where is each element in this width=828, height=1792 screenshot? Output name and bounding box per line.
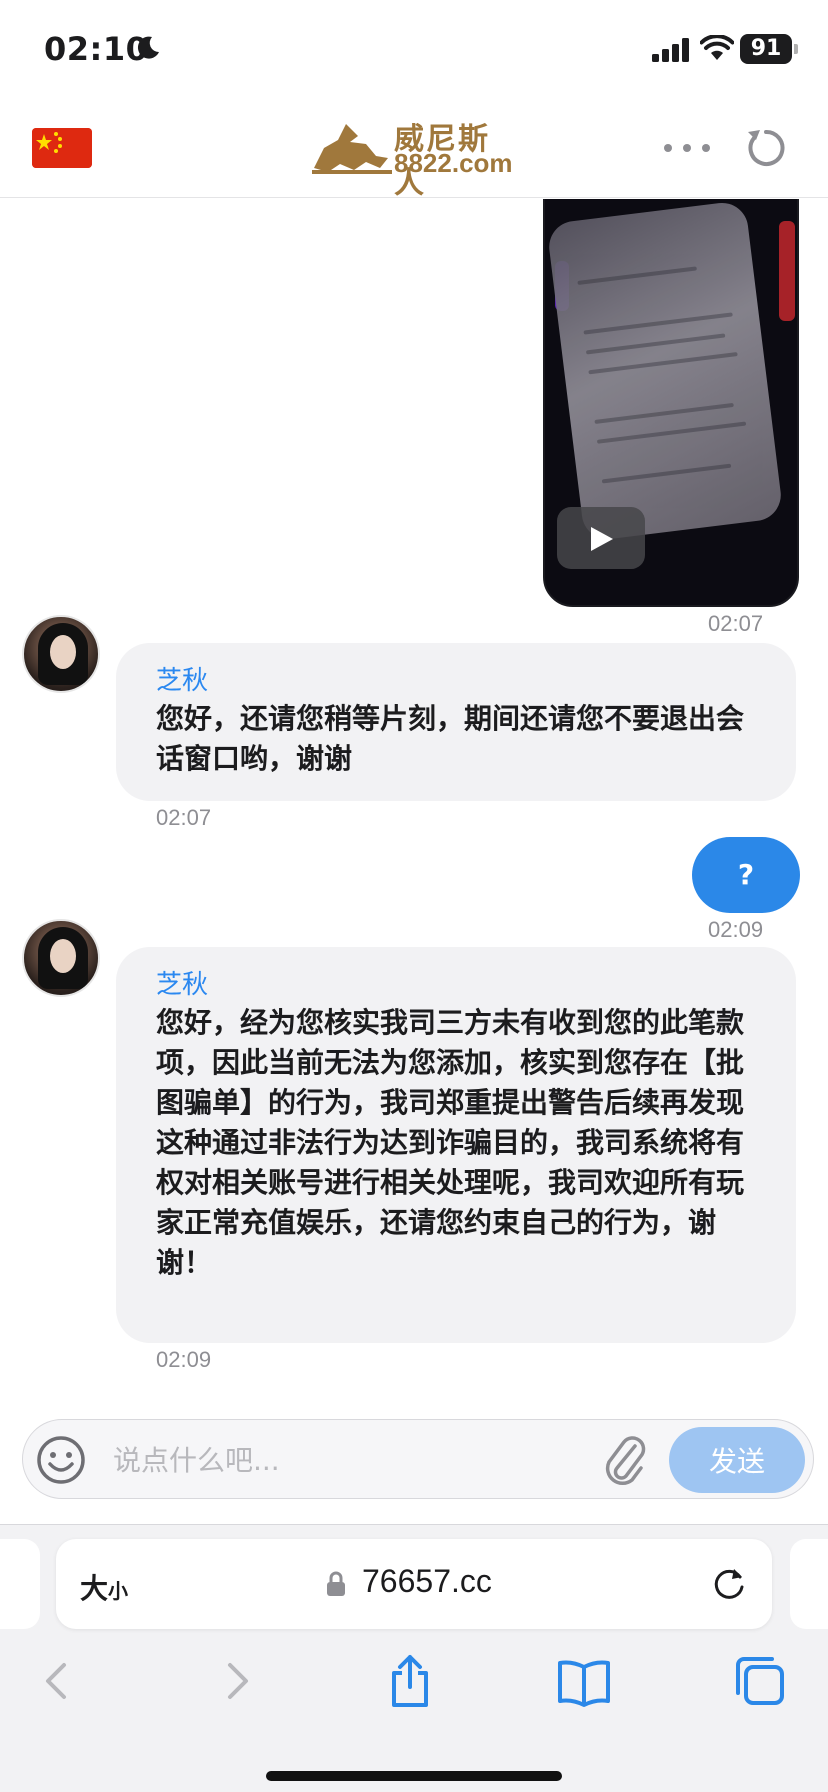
logo-domain-text: 8822.com <box>394 148 513 178</box>
message-text: 您好，经为您核实我司三方未有收到您的此笔款项，因此当前无法为您添加，核实到您存在… <box>156 1006 745 1279</box>
video-frame-detail <box>779 221 795 321</box>
next-tab-preview[interactable] <box>790 1539 828 1629</box>
brand-logo: 威尼斯人 8822.com <box>310 114 520 201</box>
cellular-signal-icon <box>652 38 689 62</box>
browser-nav-row <box>0 1651 828 1721</box>
text-size-big-label: 大 <box>80 1572 109 1605</box>
status-bar: 02:10 91 <box>0 0 828 100</box>
browser-toolbar: 大小 76657.cc <box>0 1525 828 1792</box>
address-bar[interactable]: 大小 76657.cc <box>56 1539 772 1629</box>
video-message[interactable] <box>543 199 799 607</box>
sender-name: 芝秋 <box>156 666 209 696</box>
message-input[interactable] <box>113 1434 593 1486</box>
agent-avatar[interactable] <box>22 615 100 693</box>
refresh-icon[interactable] <box>744 126 788 170</box>
url-text[interactable]: 76657.cc <box>362 1563 492 1600</box>
video-thumbnail <box>546 200 784 542</box>
chat-messages[interactable]: 02:07 芝秋 您好，还请您稍等片刻，期间还请您不要退出会话窗口哟，谢谢 02… <box>0 199 828 1415</box>
emoji-icon[interactable] <box>35 1434 87 1486</box>
message-time: 02:07 <box>156 805 212 830</box>
text-size-button[interactable]: 大小 <box>80 1567 128 1607</box>
china-flag-icon[interactable] <box>32 128 92 168</box>
incoming-message-bubble: 芝秋 您好，经为您核实我司三方未有收到您的此笔款项，因此当前无法为您添加，核实到… <box>116 947 796 1343</box>
message-time: 02:07 <box>708 611 764 636</box>
play-button[interactable] <box>557 507 645 569</box>
previous-tab-preview[interactable] <box>0 1539 40 1629</box>
outgoing-message-bubble: ? <box>692 837 800 913</box>
message-time: 02:09 <box>156 1347 212 1372</box>
more-options-icon[interactable] <box>660 136 714 160</box>
reload-icon[interactable] <box>710 1565 748 1603</box>
tabs-icon[interactable] <box>730 1651 790 1711</box>
agent-avatar[interactable] <box>22 919 100 997</box>
message-composer: 发送 <box>0 1415 828 1525</box>
lock-icon <box>327 1571 345 1596</box>
sender-name: 芝秋 <box>156 970 209 1000</box>
app-header: 威尼斯人 8822.com <box>0 100 828 201</box>
moon-icon <box>137 36 159 59</box>
text-size-small-label: 小 <box>108 1579 129 1603</box>
composer-box: 发送 <box>22 1419 814 1499</box>
bookmarks-icon[interactable] <box>554 1651 614 1711</box>
message-time: 02:09 <box>708 917 764 942</box>
home-indicator[interactable] <box>266 1771 562 1781</box>
back-icon[interactable] <box>28 1651 88 1711</box>
paperclip-icon[interactable] <box>601 1432 649 1488</box>
send-button[interactable]: 发送 <box>669 1427 805 1493</box>
forward-icon[interactable] <box>206 1651 266 1711</box>
battery-indicator: 91 <box>740 34 792 64</box>
incoming-message-bubble: 芝秋 您好，还请您稍等片刻，期间还请您不要退出会话窗口哟，谢谢 <box>116 643 796 801</box>
battery-tip <box>794 44 798 54</box>
share-icon[interactable] <box>380 1651 440 1711</box>
wifi-icon <box>700 35 734 60</box>
message-text: 您好，还请您稍等片刻，期间还请您不要退出会话窗口哟，谢谢 <box>156 702 745 775</box>
status-time: 02:10 <box>44 30 149 68</box>
winged-lion-icon <box>312 124 392 174</box>
